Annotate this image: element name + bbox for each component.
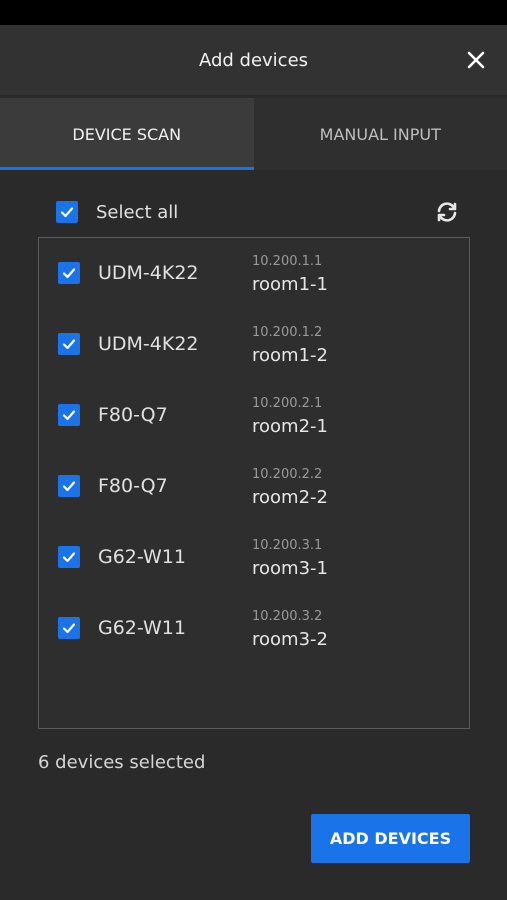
device-name: G62-W11 [98, 617, 186, 639]
refresh-icon [437, 202, 457, 222]
check-icon [62, 552, 76, 563]
tab-bar: DEVICE SCAN MANUAL INPUT [0, 98, 507, 170]
check-icon [62, 268, 76, 279]
device-checkbox[interactable] [58, 546, 80, 568]
device-room: room3-1 [252, 558, 328, 579]
list-item[interactable]: F80-Q7 10.200.2.2 room2-2 [58, 459, 458, 513]
device-list[interactable]: UDM-4K22 10.200.1.1 room1-1 UDM-4K22 10.… [38, 237, 470, 729]
device-checkbox[interactable] [58, 617, 80, 639]
device-checkbox[interactable] [58, 475, 80, 497]
list-item[interactable]: G62-W11 10.200.3.2 room3-2 [58, 601, 458, 655]
check-icon [62, 410, 76, 421]
device-ip: 10.200.3.2 [252, 609, 323, 624]
list-item[interactable]: F80-Q7 10.200.2.1 room2-1 [58, 388, 458, 442]
device-checkbox[interactable] [58, 333, 80, 355]
tab-manual-input[interactable]: MANUAL INPUT [254, 98, 507, 170]
list-item[interactable]: UDM-4K22 10.200.1.2 room1-2 [58, 317, 458, 371]
list-item[interactable]: UDM-4K22 10.200.1.1 room1-1 [58, 246, 458, 300]
select-all-row: Select all [56, 199, 461, 225]
dialog-title: Add devices [198, 49, 309, 71]
device-room: room3-2 [252, 629, 328, 650]
select-all-label: Select all [96, 201, 179, 223]
check-icon [62, 339, 76, 350]
device-checkbox[interactable] [58, 404, 80, 426]
check-icon [60, 207, 74, 218]
close-button[interactable] [461, 45, 491, 75]
check-icon [62, 481, 76, 492]
device-name: G62-W11 [98, 546, 186, 568]
device-room: room2-2 [252, 487, 328, 508]
device-name: UDM-4K22 [98, 262, 199, 284]
dialog-header: Add devices [0, 25, 507, 95]
device-name: F80-Q7 [98, 475, 168, 497]
check-icon [62, 623, 76, 634]
tab-device-scan[interactable]: DEVICE SCAN [0, 98, 254, 170]
device-ip: 10.200.1.1 [252, 254, 323, 269]
device-room: room2-1 [252, 416, 328, 437]
device-room: room1-1 [252, 274, 328, 295]
select-all-checkbox[interactable] [56, 201, 78, 223]
list-item[interactable]: G62-W11 10.200.3.1 room3-1 [58, 530, 458, 584]
device-room: room1-2 [252, 345, 328, 366]
add-devices-button[interactable]: ADD DEVICES [311, 814, 470, 863]
status-bar [0, 0, 507, 25]
device-name: UDM-4K22 [98, 333, 199, 355]
device-ip: 10.200.2.1 [252, 396, 323, 411]
device-ip: 10.200.2.2 [252, 467, 323, 482]
refresh-button[interactable] [433, 198, 461, 226]
device-name: F80-Q7 [98, 404, 168, 426]
device-checkbox[interactable] [58, 262, 80, 284]
close-icon [467, 51, 485, 69]
device-ip: 10.200.3.1 [252, 538, 323, 553]
selected-count: 6 devices selected [38, 752, 206, 773]
device-ip: 10.200.1.2 [252, 325, 323, 340]
